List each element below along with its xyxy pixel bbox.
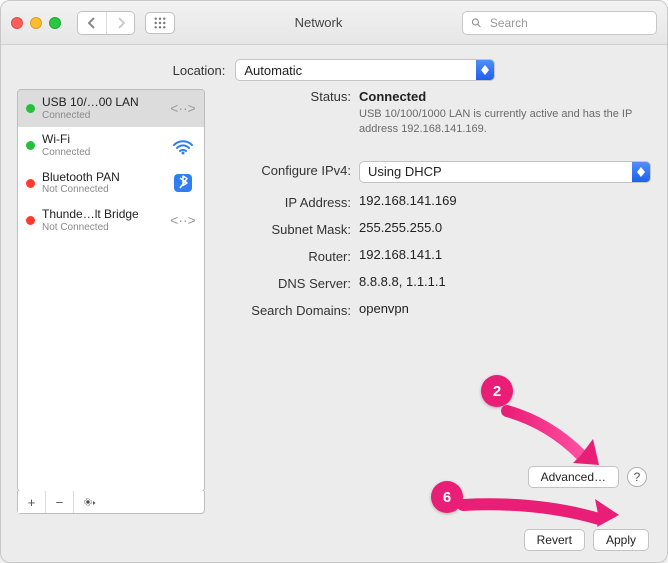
ip-address-value: 192.168.141.169 <box>359 193 651 208</box>
ethernet-icon: <··> <box>170 210 196 232</box>
configure-ipv4-value: Using DHCP <box>360 164 632 179</box>
location-row: Location: Automatic <box>1 45 667 91</box>
remove-interface-button[interactable]: − <box>46 491 74 513</box>
advanced-button[interactable]: Advanced… <box>528 466 619 488</box>
forward-button[interactable] <box>106 12 134 34</box>
search-icon <box>471 17 482 29</box>
interface-list-footer: + − <box>17 491 205 514</box>
status-label: Status: <box>219 89 351 104</box>
dns-server-value: 8.8.8.8, 1.1.1.1 <box>359 274 651 289</box>
traffic-lights <box>11 17 61 29</box>
back-button[interactable] <box>78 12 106 34</box>
window-footer: Revert Apply <box>1 518 667 562</box>
network-preferences-window: Network Location: Automatic USB 10/…00 L… <box>0 0 668 563</box>
interface-status: Not Connected <box>42 184 163 196</box>
location-label: Location: <box>173 63 226 78</box>
search-domains-label: Search Domains: <box>219 301 351 318</box>
interface-status: Not Connected <box>42 222 163 234</box>
search-domains-value: openvpn <box>359 301 651 316</box>
status-dot-icon <box>26 179 35 188</box>
interface-name: Thunde…lt Bridge <box>42 208 163 222</box>
interface-item-bluetooth-pan[interactable]: Bluetooth PAN Not Connected <box>18 165 204 202</box>
bluetooth-icon <box>170 172 196 194</box>
ip-address-label: IP Address: <box>219 193 351 210</box>
svg-text:<··>: <··> <box>171 100 195 116</box>
chevron-updown-icon <box>632 162 650 182</box>
status-dot-icon <box>26 104 35 113</box>
interface-item-wifi[interactable]: Wi-Fi Connected <box>18 127 204 164</box>
show-all-button[interactable] <box>145 12 175 34</box>
router-value: 192.168.141.1 <box>359 247 651 262</box>
location-select[interactable]: Automatic <box>235 59 495 81</box>
interface-name: Bluetooth PAN <box>42 171 163 185</box>
revert-button[interactable]: Revert <box>524 529 585 551</box>
interface-actions-menu[interactable] <box>74 491 102 513</box>
add-interface-button[interactable]: + <box>18 491 46 513</box>
titlebar: Network <box>1 1 667 45</box>
close-window-button[interactable] <box>11 17 23 29</box>
status-desc: USB 10/100/1000 LAN is currently active … <box>359 107 639 137</box>
svg-text:<··>: <··> <box>171 212 195 228</box>
configure-ipv4-select[interactable]: Using DHCP <box>359 161 651 183</box>
ethernet-icon: <··> <box>170 98 196 120</box>
router-label: Router: <box>219 247 351 264</box>
apply-button[interactable]: Apply <box>593 529 649 551</box>
nav-back-forward <box>77 11 135 35</box>
interface-item-thunderbolt-bridge[interactable]: Thunde…lt Bridge Not Connected <··> <box>18 202 204 239</box>
minimize-window-button[interactable] <box>30 17 42 29</box>
window-title: Network <box>185 15 452 30</box>
search-field[interactable] <box>462 11 657 35</box>
interface-name: USB 10/…00 LAN <box>42 96 163 110</box>
subnet-mask-label: Subnet Mask: <box>219 220 351 237</box>
dns-server-label: DNS Server: <box>219 274 351 291</box>
status-value: Connected <box>359 89 651 104</box>
interface-name: Wi-Fi <box>42 133 163 147</box>
interface-sidebar: USB 10/…00 LAN Connected <··> Wi-Fi Conn… <box>17 89 205 514</box>
interface-item-usb-lan[interactable]: USB 10/…00 LAN Connected <··> <box>18 90 204 127</box>
status-dot-icon <box>26 216 35 225</box>
wifi-icon <box>170 135 196 157</box>
help-button[interactable]: ? <box>627 467 647 487</box>
zoom-window-button[interactable] <box>49 17 61 29</box>
interface-list: USB 10/…00 LAN Connected <··> Wi-Fi Conn… <box>17 89 205 492</box>
status-dot-icon <box>26 141 35 150</box>
interface-status: Connected <box>42 110 163 122</box>
configure-ipv4-label: Configure IPv4: <box>219 161 351 178</box>
interface-status: Connected <box>42 147 163 159</box>
interface-details: Status: Connected USB 10/100/1000 LAN is… <box>219 89 651 514</box>
chevron-updown-icon <box>476 60 494 80</box>
location-value: Automatic <box>236 63 476 78</box>
search-input[interactable] <box>488 15 648 31</box>
subnet-mask-value: 255.255.255.0 <box>359 220 651 235</box>
